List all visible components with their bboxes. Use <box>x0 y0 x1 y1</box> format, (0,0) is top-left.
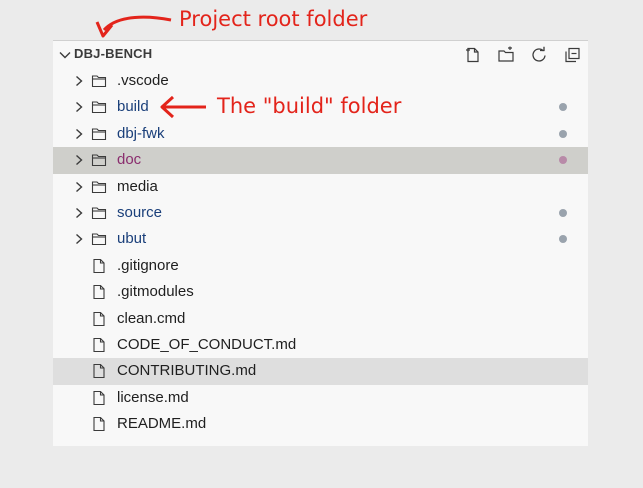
root-annotation: Project root folder <box>179 7 368 31</box>
file-icon <box>93 285 105 300</box>
item-label: license.md <box>117 388 189 406</box>
file-item-license[interactable]: license.md <box>53 385 588 411</box>
item-label: source <box>117 203 163 221</box>
collapse-all-button[interactable] <box>560 44 584 66</box>
file-icon <box>93 337 105 352</box>
item-label: media <box>117 177 158 195</box>
item-label: CODE_OF_CONDUCT.md <box>117 335 297 353</box>
item-label: dbj-fwk <box>117 124 165 142</box>
file-item-gitignore[interactable]: .gitignore <box>53 253 588 279</box>
explorer-bottom <box>53 436 588 446</box>
chevron-down-icon <box>59 52 71 59</box>
file-icon <box>93 311 105 326</box>
git-status-dot <box>559 103 567 112</box>
new-file-icon <box>466 47 479 63</box>
item-label: .gitmodules <box>117 283 194 301</box>
file-item-gitmodules[interactable]: .gitmodules <box>53 279 588 305</box>
item-label: README.md <box>117 415 207 433</box>
item-label: .gitignore <box>117 256 179 274</box>
screenshot-frame: DBJ-BENCH .vscode build dbj-fwk doc medi… <box>0 0 643 488</box>
folder-item-media[interactable]: media <box>53 174 588 200</box>
folder-icon <box>91 181 107 193</box>
folder-icon <box>91 233 107 246</box>
chevron-right-icon[interactable] <box>73 153 85 167</box>
collapse-all-icon <box>565 47 580 63</box>
chevron-right-icon[interactable] <box>73 232 85 246</box>
folder-item-source[interactable]: source <box>53 200 588 226</box>
chevron-right-icon[interactable] <box>73 206 85 220</box>
file-item-readme[interactable]: README.md <box>53 411 588 437</box>
item-label: clean.cmd <box>117 309 186 327</box>
chevron-right-icon[interactable] <box>73 127 85 141</box>
item-label: doc <box>117 151 142 169</box>
refresh-icon <box>532 46 546 62</box>
file-item-code-of-conduct[interactable]: CODE_OF_CONDUCT.md <box>53 332 588 358</box>
folder-icon <box>91 207 107 220</box>
item-label: ubut <box>117 230 147 248</box>
chevron-right-icon[interactable] <box>73 180 85 194</box>
git-status-dot <box>559 208 567 217</box>
folder-icon <box>91 154 107 167</box>
file-icon <box>93 390 105 405</box>
root-arrowhead-icon <box>95 21 114 38</box>
build-annotation: The "build" folder <box>217 94 402 118</box>
folder-item-vscode[interactable]: .vscode <box>53 68 588 94</box>
root-arrow-icon <box>102 15 172 32</box>
root-folder-title: DBJ-BENCH <box>74 46 153 61</box>
file-icon <box>93 258 105 273</box>
file-icon <box>93 417 105 432</box>
folder-item-ubut[interactable]: ubut <box>53 226 588 252</box>
new-folder-button[interactable] <box>494 44 518 66</box>
folder-icon <box>91 128 107 140</box>
file-tree: .vscode build dbj-fwk doc media source ubut .gi… <box>53 68 588 437</box>
file-item-clean-cmd[interactable]: clean.cmd <box>53 306 588 332</box>
explorer-root-header[interactable]: DBJ-BENCH <box>53 41 588 68</box>
folder-icon <box>91 101 107 114</box>
item-label: CONTRIBUTING.md <box>117 362 257 380</box>
git-status-dot <box>559 235 567 244</box>
file-icon <box>93 364 105 379</box>
folder-item-doc[interactable]: doc <box>53 147 588 174</box>
folder-icon <box>91 75 107 88</box>
chevron-right-icon[interactable] <box>73 74 85 88</box>
new-file-button[interactable] <box>461 44 485 66</box>
new-folder-icon <box>498 46 514 62</box>
refresh-button[interactable] <box>527 44 551 66</box>
explorer-actions <box>461 44 584 66</box>
item-label: build <box>117 98 149 116</box>
git-status-dot <box>559 129 567 138</box>
item-label: .vscode <box>117 72 169 89</box>
git-status-dot <box>559 156 567 165</box>
folder-item-dbj-fwk[interactable]: dbj-fwk <box>53 121 588 147</box>
chevron-right-icon[interactable] <box>73 100 85 114</box>
file-item-contributing[interactable]: CONTRIBUTING.md <box>53 358 588 385</box>
